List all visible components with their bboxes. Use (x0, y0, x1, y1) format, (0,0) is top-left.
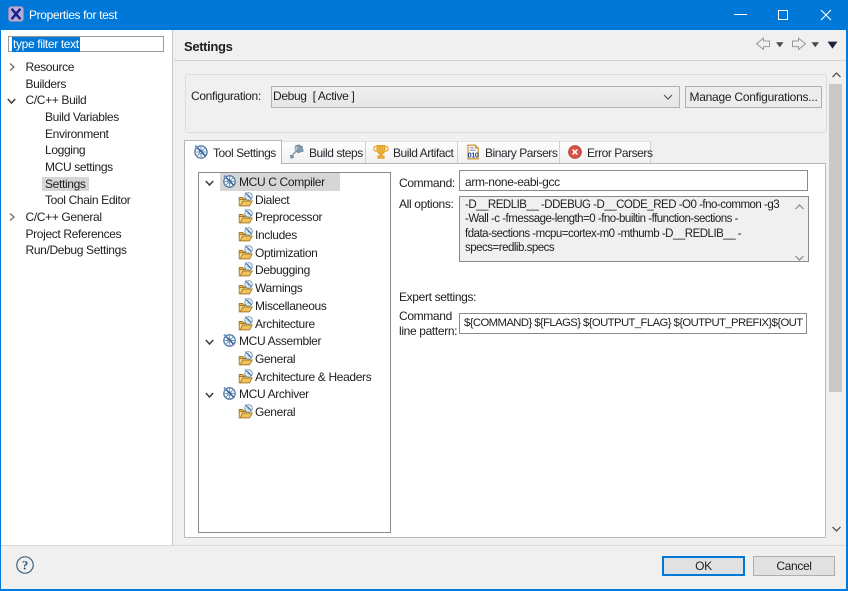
svg-text:?: ? (22, 559, 28, 573)
svg-text:010: 010 (468, 150, 479, 159)
